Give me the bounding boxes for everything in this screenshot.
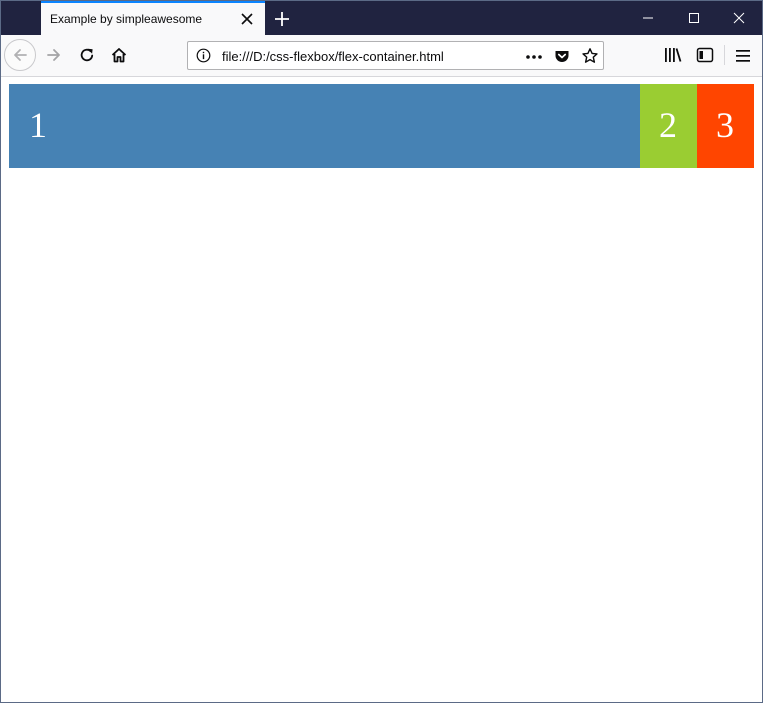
flex-item-label: 2 [659, 105, 677, 145]
close-window-button[interactable] [716, 1, 762, 35]
info-icon[interactable] [196, 48, 211, 67]
hamburger-menu-icon[interactable] [736, 48, 750, 67]
pocket-icon[interactable] [554, 48, 570, 68]
flex-item-3: 3 [697, 84, 754, 168]
tab-close-icon[interactable] [238, 10, 256, 28]
more-dots-icon[interactable] [525, 49, 543, 68]
back-button[interactable] [4, 39, 36, 71]
minimize-button[interactable] [625, 1, 671, 35]
flex-item-label: 1 [29, 105, 47, 145]
minimize-icon [643, 17, 653, 19]
tab-title: Example by simpleawesome [50, 12, 203, 26]
library-icon[interactable] [664, 47, 682, 67]
flex-item-label: 3 [716, 105, 734, 145]
close-icon [733, 12, 745, 24]
address-bar[interactable]: file:///D:/css-flexbox/flex-container.ht… [187, 41, 604, 70]
maximize-icon [689, 13, 699, 23]
flex-item-2: 2 [640, 84, 697, 168]
browser-window: Example by simpleawesome file:///D:/css-… [0, 0, 763, 703]
sidebar-icon[interactable] [696, 47, 714, 67]
flex-container: 1 2 3 [9, 84, 754, 168]
tab-strip: Example by simpleawesome [1, 1, 762, 36]
forward-arrow-icon[interactable] [45, 46, 63, 68]
toolbar-separator [724, 45, 725, 65]
back-arrow-icon [14, 49, 27, 61]
maximize-button[interactable] [671, 1, 717, 35]
new-tab-plus-icon[interactable] [272, 9, 292, 29]
url-text[interactable]: file:///D:/css-flexbox/flex-container.ht… [222, 49, 444, 64]
home-icon[interactable] [110, 46, 128, 68]
reload-icon[interactable] [78, 46, 96, 68]
page-content: 1 2 3 [1, 77, 762, 702]
navigation-toolbar: file:///D:/css-flexbox/flex-container.ht… [1, 35, 762, 77]
star-icon[interactable] [581, 47, 599, 69]
tab-active[interactable]: Example by simpleawesome [41, 1, 265, 36]
flex-item-1: 1 [9, 84, 640, 168]
